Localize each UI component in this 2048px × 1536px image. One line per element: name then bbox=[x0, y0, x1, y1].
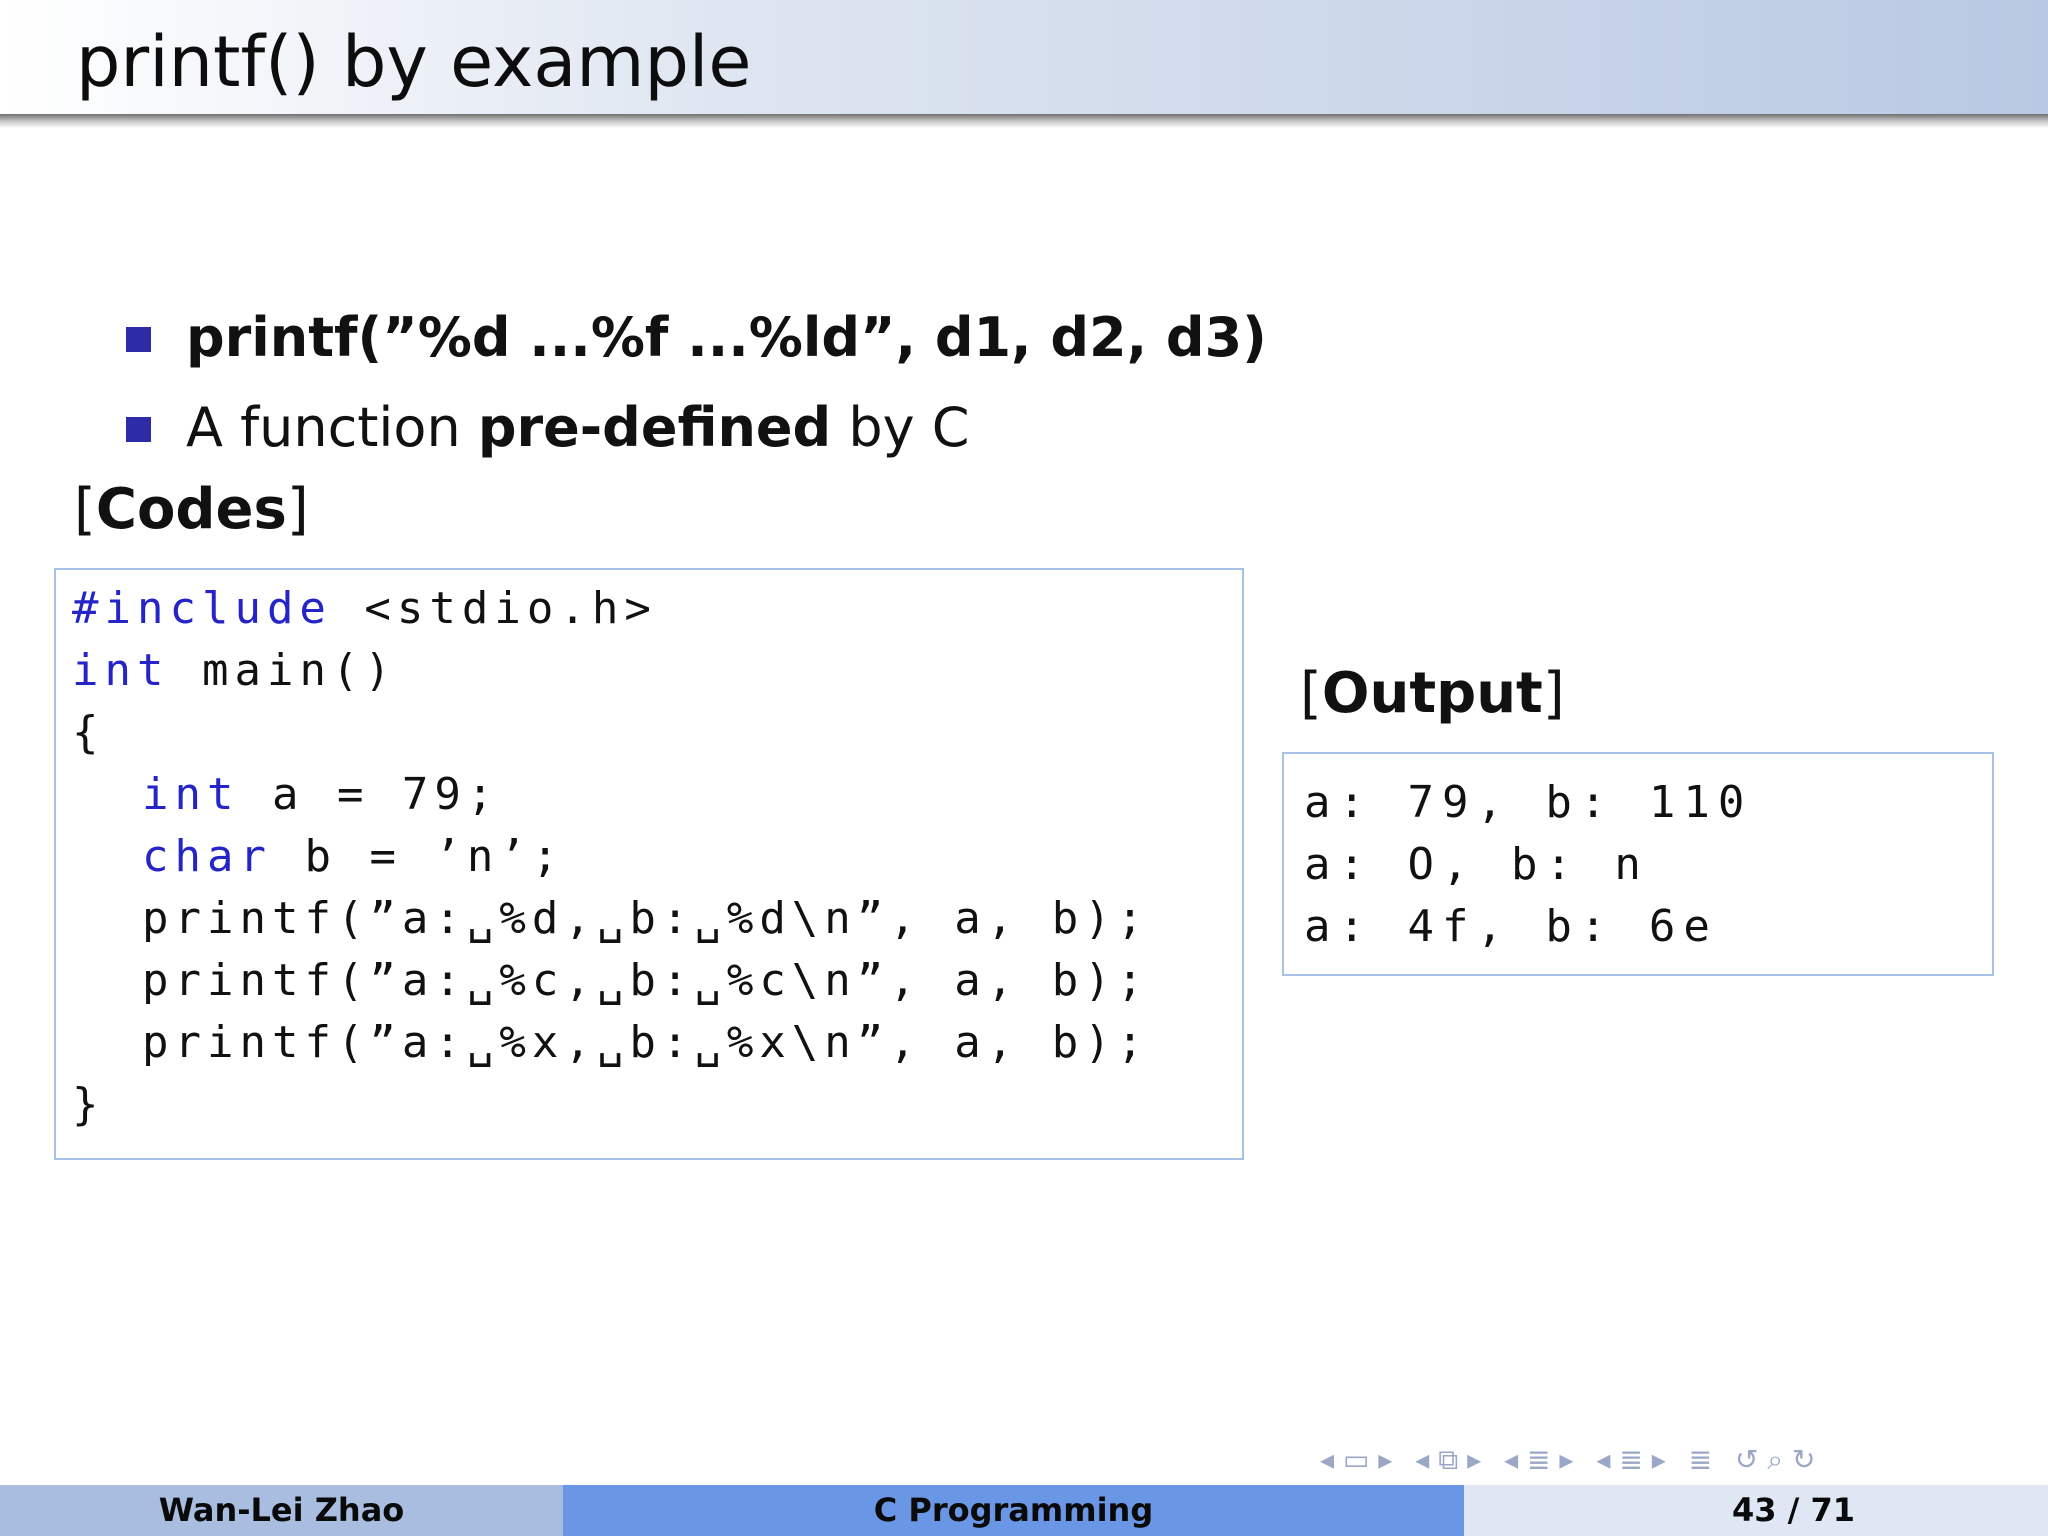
bullet-square-icon bbox=[126, 327, 151, 352]
nav-search-icon[interactable]: ↺ ⌕ ↻ bbox=[1735, 1440, 1815, 1480]
nav-toc-icon[interactable]: ≣ bbox=[1689, 1440, 1712, 1480]
bullet-square-icon bbox=[126, 417, 151, 442]
nav-section-icon[interactable]: ◂ ≣ ▸ bbox=[1596, 1440, 1665, 1480]
bullet-item-printf: printf(”%d ...%f ...%ld”, d1, d2, d3) bbox=[126, 298, 1376, 378]
code-line: printf(”a:␣%c,␣b:␣%c\n”, a, b); bbox=[142, 955, 1150, 1006]
code-line: int main() bbox=[72, 645, 397, 696]
bullet-item-predefined: A function pre-defined by C bbox=[126, 388, 1376, 468]
code-line: int a = 79; bbox=[142, 769, 500, 820]
code-line: { bbox=[72, 707, 105, 758]
output-label: [Output] bbox=[1300, 661, 1565, 726]
footer-page-number: 43 / 71 bbox=[1464, 1485, 2048, 1536]
output-line: a: O, b: n bbox=[1304, 839, 1649, 890]
code-box: #include <stdio.h> int main() { int a = … bbox=[54, 568, 1244, 1160]
header-shadow bbox=[0, 114, 2048, 128]
nav-frame-icon[interactable]: ◂ ⧉ ▸ bbox=[1415, 1440, 1481, 1480]
code-line: char b = ’n’; bbox=[142, 831, 565, 882]
footer-course: C Programming bbox=[563, 1485, 1464, 1536]
output-line: a: 4f, b: 6e bbox=[1304, 901, 1718, 952]
code-line: #include <stdio.h> bbox=[72, 583, 657, 634]
footer-author: Wan-Lei Zhao bbox=[0, 1485, 563, 1536]
code-line: printf(”a:␣%x,␣b:␣%x\n”, a, b); bbox=[142, 1017, 1150, 1068]
output-box: a: 79, b: 110 a: O, b: n a: 4f, b: 6e bbox=[1282, 752, 1994, 976]
output-line: a: 79, b: 110 bbox=[1304, 777, 1753, 828]
codes-label: [Codes] bbox=[74, 477, 309, 542]
code-line: } bbox=[72, 1079, 105, 1130]
nav-first-icon[interactable]: ◂ ▭ ▸ bbox=[1320, 1440, 1392, 1480]
bullet-text: A function pre-defined by C bbox=[186, 396, 970, 459]
nav-subsection-icon[interactable]: ◂ ≣ ▸ bbox=[1504, 1440, 1573, 1480]
code-line: printf(”a:␣%d,␣b:␣%d\n”, a, b); bbox=[142, 893, 1150, 944]
slide-footer: Wan-Lei Zhao C Programming 43 / 71 bbox=[0, 1485, 2048, 1536]
beamer-navigation: ◂ ▭ ▸ ◂ ⧉ ▸ ◂ ≣ ▸ ◂ ≣ ▸ ≣ ↺ ⌕ ↻ bbox=[1320, 1440, 2040, 1480]
slide-title: printf() by example bbox=[76, 21, 752, 103]
bullet-text: printf(”%d ...%f ...%ld”, d1, d2, d3) bbox=[186, 306, 1267, 369]
